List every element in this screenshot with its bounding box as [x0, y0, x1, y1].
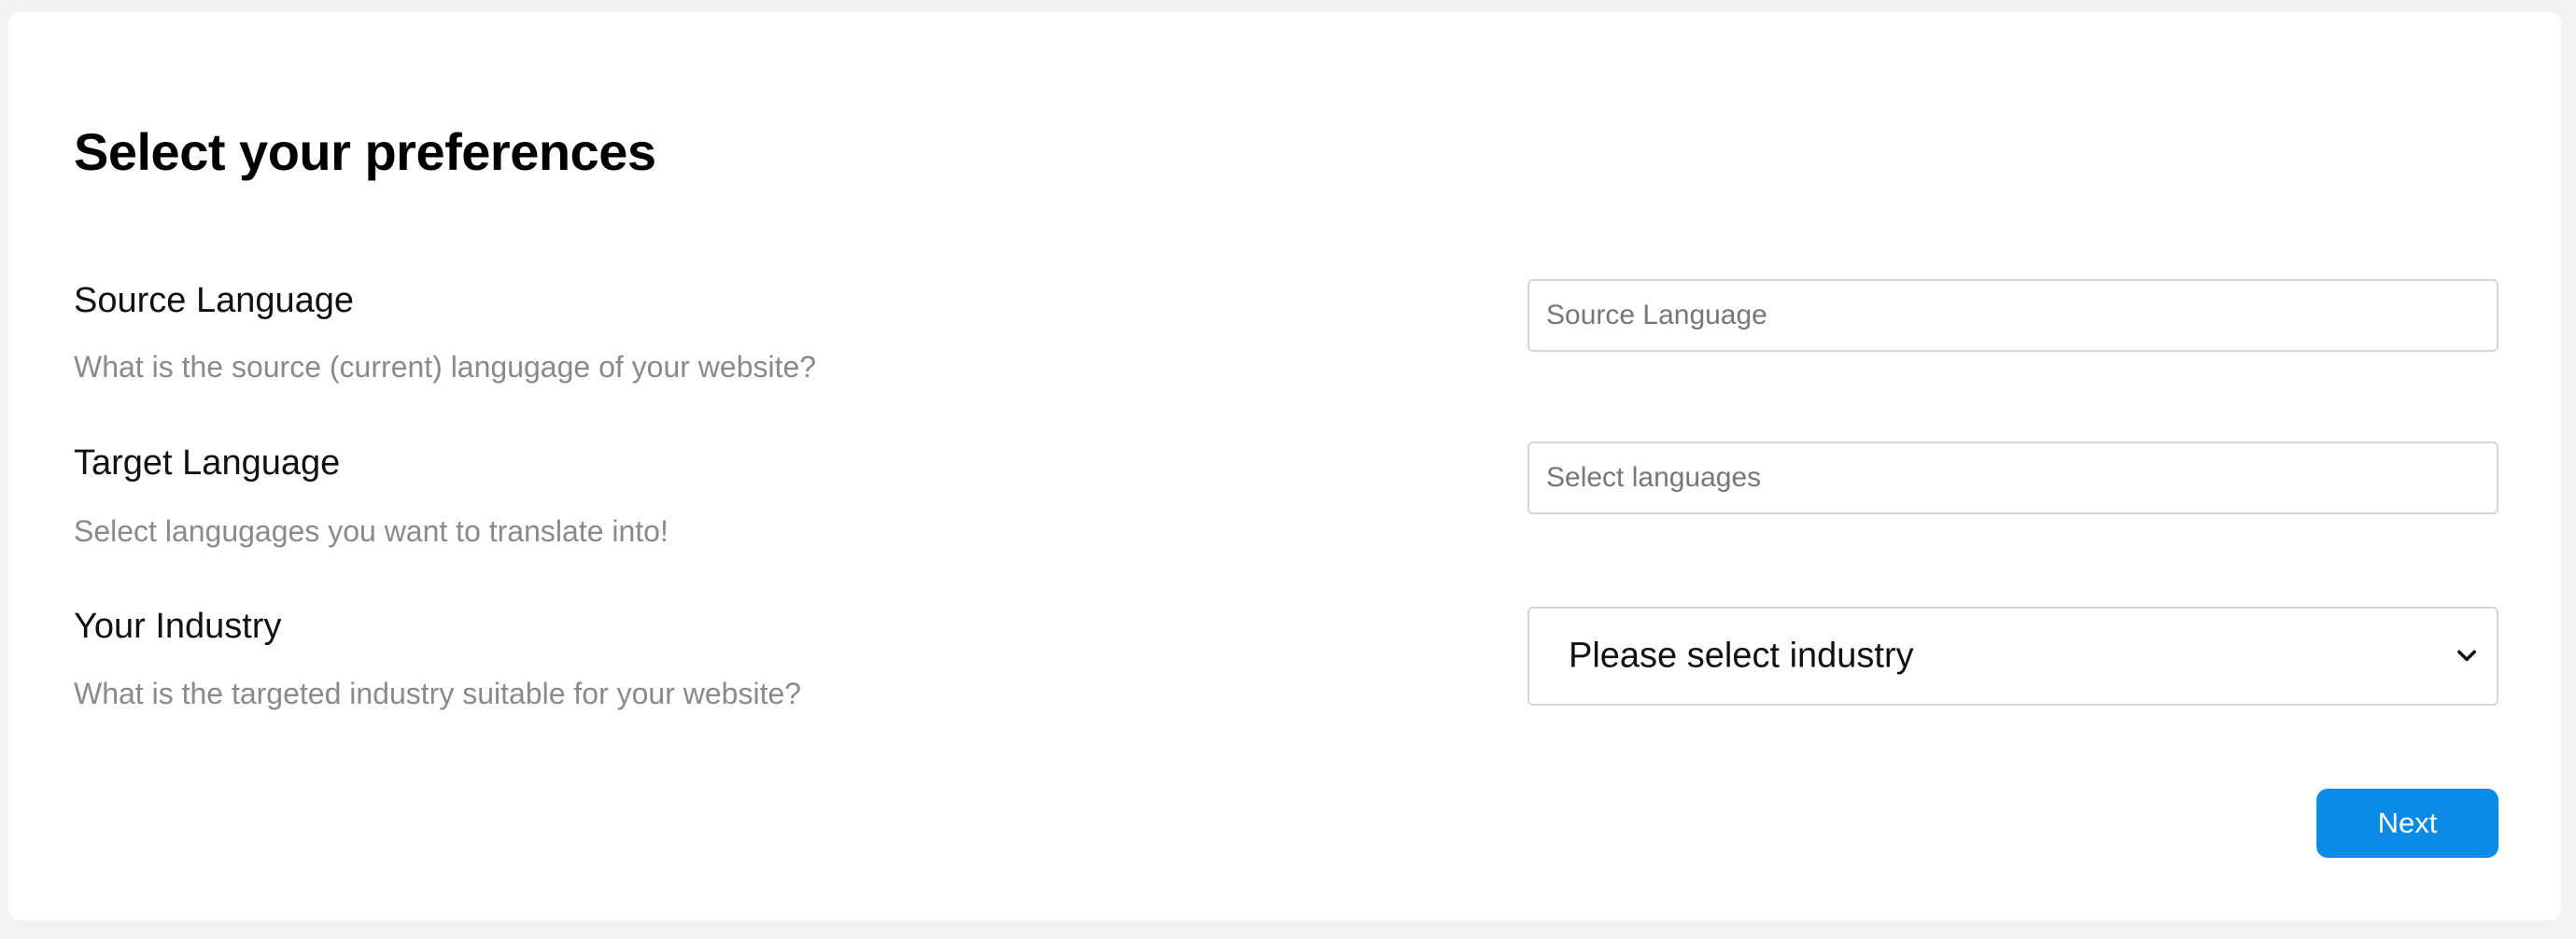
industry-select-value: Please select industry	[1569, 636, 1914, 676]
industry-select[interactable]: Please select industry	[1527, 607, 2499, 706]
target-language-description: Select langugages you want to translate …	[74, 514, 669, 548]
industry-description: What is the targeted industry suitable f…	[74, 677, 802, 710]
source-language-description: What is the source (current) langugage o…	[74, 350, 817, 384]
target-language-label: Target Language	[74, 443, 341, 483]
page-title: Select your preferences	[74, 122, 656, 181]
industry-label: Your Industry	[74, 607, 282, 646]
next-button[interactable]: Next	[2316, 789, 2499, 858]
target-language-input[interactable]	[1527, 441, 2499, 514]
chevron-down-icon	[2457, 650, 2476, 662]
source-language-input[interactable]	[1527, 279, 2499, 352]
source-language-label: Source Language	[74, 281, 355, 320]
preferences-card: Select your preferences Source Language …	[8, 12, 2561, 920]
